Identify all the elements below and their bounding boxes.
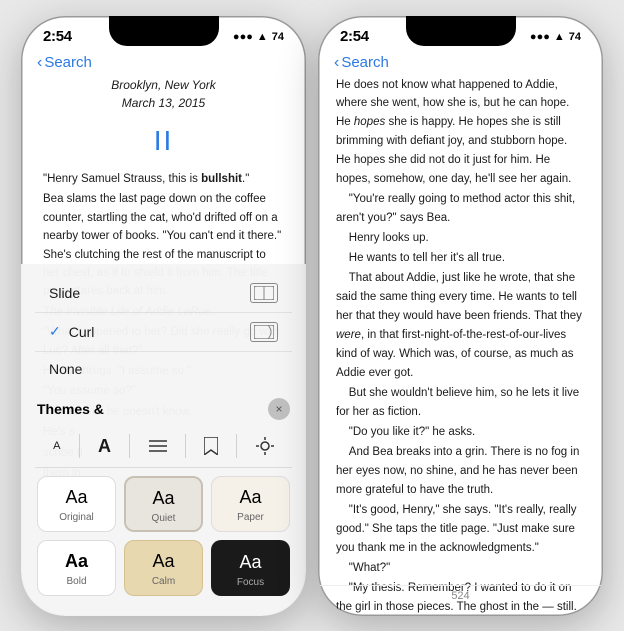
option-curl[interactable]: ✓ Curl (35, 313, 292, 352)
themes-title: Themes & (37, 401, 104, 417)
back-label-left: Search (44, 54, 92, 71)
option-slide[interactable]: Slide (35, 274, 292, 313)
transition-options: Slide ✓ Curl N (21, 274, 306, 386)
battery-icon: 74 (272, 31, 284, 43)
slide-label: Slide (49, 285, 80, 301)
slide-icon (250, 283, 278, 303)
reading-toolbar: A A (35, 426, 292, 468)
r-para-3: Henry looks up. (336, 229, 585, 248)
font-small-button[interactable]: A (43, 436, 70, 456)
phones-container: 2:54 ●●● ▲ 74 ‹ Search Brooklyn, New Yor… (21, 16, 603, 616)
bookmark-button[interactable] (194, 433, 228, 459)
r-para-4: He wants to tell her it's all true. (336, 249, 585, 268)
chapter-number: II (43, 119, 284, 162)
bottom-panel: Slide ✓ Curl N (21, 264, 306, 616)
status-icons-left: ●●● ▲ 74 (233, 31, 284, 43)
book-location: Brooklyn, New York March 13, 2015 (43, 76, 284, 113)
city-date-line2: March 13, 2015 (43, 94, 284, 113)
font-menu-button[interactable] (139, 435, 177, 457)
back-button-right[interactable]: ‹ Search (334, 54, 389, 72)
close-icon: × (275, 402, 282, 416)
theme-focus[interactable]: Aa Focus (211, 540, 290, 596)
toolbar-sep-1 (79, 434, 80, 458)
back-label-right: Search (341, 54, 389, 71)
themes-header: Themes & × (35, 392, 292, 426)
none-label: None (49, 361, 82, 377)
theme-aa-paper: Aa (239, 487, 261, 508)
none-text: None (49, 361, 82, 377)
right-phone: 2:54 ●●● ▲ 74 ‹ Search He does not know … (318, 16, 603, 616)
nav-bar-right: ‹ Search (318, 52, 603, 76)
r-para-1: He does not know what happened to Addie,… (336, 76, 585, 190)
option-none[interactable]: None (35, 352, 292, 386)
wifi-icon: ▲ (257, 31, 268, 43)
theme-calm[interactable]: Aa Calm (124, 540, 203, 596)
toolbar-sep-4 (236, 434, 237, 458)
font-large-button[interactable]: A (88, 432, 121, 461)
theme-aa-calm: Aa (152, 551, 174, 572)
status-icons-right: ●●● ▲ 74 (530, 31, 581, 43)
brightness-button[interactable] (246, 433, 284, 459)
theme-label-calm: Calm (152, 576, 175, 587)
r-para-7: "Do you like it?" he asks. (336, 423, 585, 442)
theme-label-focus: Focus (237, 577, 264, 588)
book-content-right: He does not know what happened to Addie,… (318, 76, 603, 616)
time-left: 2:54 (43, 28, 72, 45)
theme-aa-quiet: Aa (152, 488, 174, 509)
chevron-right-icon: ‹ (334, 54, 339, 72)
theme-label-quiet: Quiet (152, 513, 176, 524)
close-button[interactable]: × (268, 398, 290, 420)
themes-grid: Aa Original Aa Quiet Aa Paper Aa Bold (35, 476, 292, 596)
theme-label-bold: Bold (66, 576, 86, 587)
r-para-10: "What?" (336, 559, 585, 578)
theme-original[interactable]: Aa Original (37, 476, 116, 532)
battery-icon-right: 74 (569, 31, 581, 43)
curl-icon (250, 322, 278, 342)
theme-label-paper: Paper (237, 512, 264, 523)
left-phone: 2:54 ●●● ▲ 74 ‹ Search Brooklyn, New Yor… (21, 16, 306, 616)
notch (109, 16, 219, 46)
time-right: 2:54 (340, 28, 369, 45)
theme-label-original: Original (59, 512, 93, 523)
r-para-8: And Bea breaks into a grin. There is no … (336, 443, 585, 500)
slide-text: Slide (49, 285, 80, 301)
themes-section: Themes & × A A (21, 392, 306, 596)
back-button-left[interactable]: ‹ Search (37, 54, 92, 72)
signal-icon: ●●● (233, 31, 253, 43)
nav-bar-left: ‹ Search (21, 52, 306, 76)
theme-quiet[interactable]: Aa Quiet (124, 476, 203, 532)
notch-right (406, 16, 516, 46)
wifi-icon-right: ▲ (554, 31, 565, 43)
r-para-2: "You're really going to method actor thi… (336, 190, 585, 228)
city-date-line1: Brooklyn, New York (43, 76, 284, 95)
theme-aa-focus: Aa (239, 552, 261, 573)
curl-label: ✓ Curl (49, 323, 94, 340)
theme-paper[interactable]: Aa Paper (211, 476, 290, 532)
r-para-6: But she wouldn't believe him, so he lets… (336, 384, 585, 422)
theme-aa-original: Aa (65, 487, 87, 508)
toolbar-sep-3 (185, 434, 186, 458)
check-icon: ✓ (49, 323, 61, 340)
r-para-5: That about Addie, just like he wrote, th… (336, 269, 585, 383)
para-1: "Henry Samuel Strauss, this is bullshit.… (43, 170, 284, 188)
curl-text: Curl (69, 324, 95, 340)
r-para-9: "It's good, Henry," she says. "It's real… (336, 501, 585, 558)
page-number: 524 (451, 590, 469, 602)
theme-bold[interactable]: Aa Bold (37, 540, 116, 596)
chevron-left-icon: ‹ (37, 54, 42, 72)
theme-aa-bold: Aa (65, 551, 88, 572)
page-number-bar: 524 (318, 585, 603, 606)
signal-icon-right: ●●● (530, 31, 550, 43)
toolbar-sep-2 (129, 434, 130, 458)
